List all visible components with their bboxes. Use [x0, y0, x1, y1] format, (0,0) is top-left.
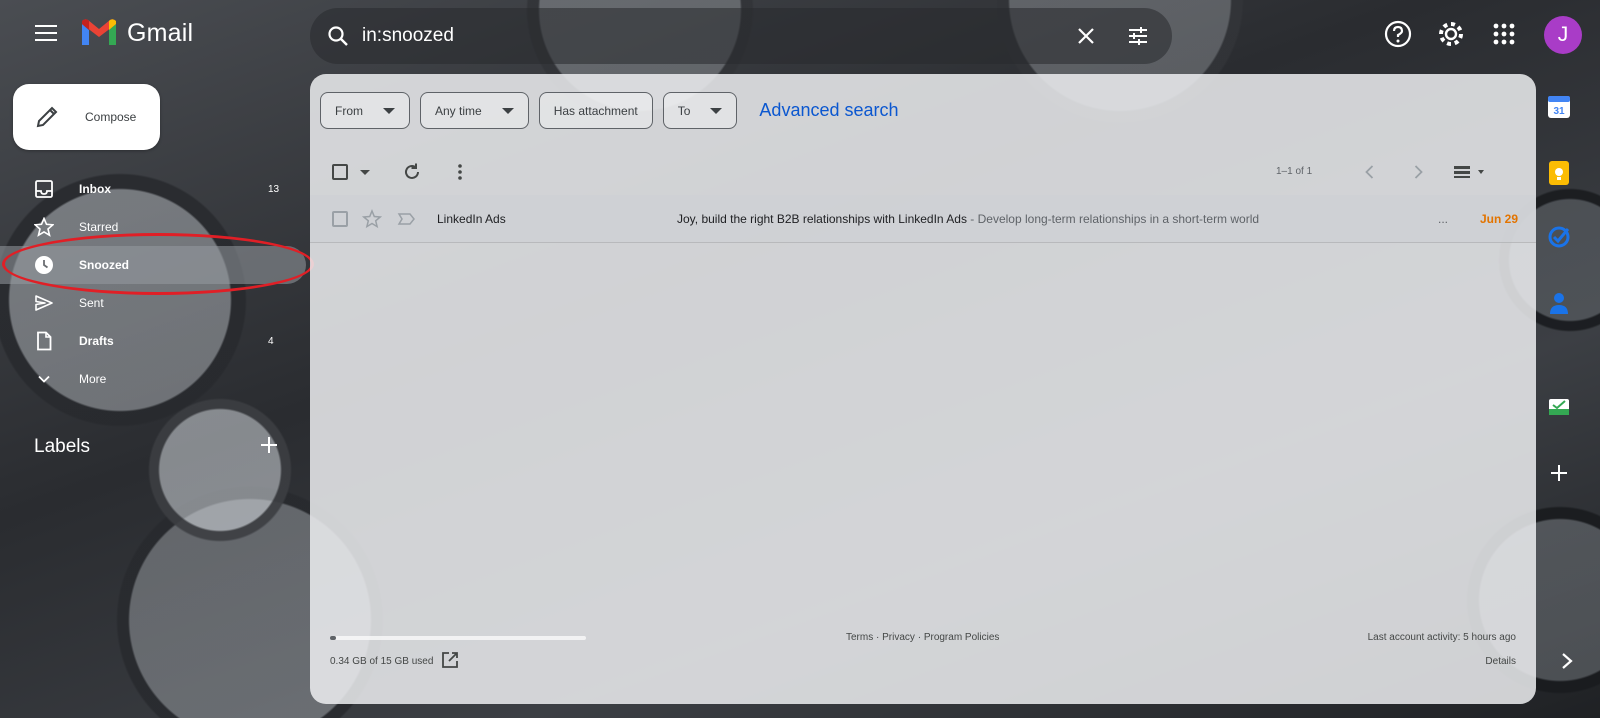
chip-label: Any time	[435, 103, 482, 118]
compose-button[interactable]: Compose	[13, 84, 160, 150]
sidebar-item-snoozed[interactable]: Snoozed	[0, 246, 306, 284]
pencil-icon	[36, 106, 58, 128]
list-toolbar: 1–1 of 1	[310, 154, 1536, 190]
sidebar-item-label: Starred	[79, 220, 119, 234]
unread-count: 13	[268, 183, 280, 195]
footer: 0.34 GB of 15 GB used Terms · Privacy · …	[310, 626, 1536, 704]
top-bar: Gmail J	[0, 0, 1600, 70]
sidebar-item-label: Sent	[79, 296, 104, 310]
email-snippet: - Develop long-term relationships in a s…	[966, 212, 1260, 226]
contacts-icon[interactable]	[1546, 290, 1572, 316]
chevron-right-icon[interactable]	[1408, 162, 1428, 182]
star-icon[interactable]	[362, 209, 382, 229]
avatar[interactable]: J	[1544, 16, 1582, 54]
send-icon	[35, 295, 53, 311]
search-options-icon[interactable]	[1126, 24, 1150, 48]
sidebar-item-label: Inbox	[79, 182, 111, 196]
chevron-left-icon[interactable]	[1360, 162, 1380, 182]
refresh-icon[interactable]	[402, 162, 422, 182]
search-bar[interactable]	[310, 8, 1172, 64]
select-caret-icon[interactable]	[360, 170, 370, 175]
subject-text: Joy, build the right B2B relationships w…	[677, 212, 967, 226]
caret-down-icon	[501, 107, 514, 114]
to-filter-chip[interactable]: To	[662, 92, 738, 129]
more-vert-icon[interactable]	[450, 162, 470, 182]
keep-icon[interactable]	[1546, 160, 1572, 186]
sidebar-nav: Inbox 13 Starred Snoozed Sent Drafts 4 M…	[0, 170, 310, 398]
search-filter-chips: From Any time Has attachment To Advanced…	[320, 92, 899, 129]
plus-icon[interactable]	[1546, 460, 1572, 486]
chevron-down-icon	[38, 375, 50, 383]
svg-text:31: 31	[1553, 106, 1565, 117]
main-panel: From Any time Has attachment To Advanced…	[310, 74, 1536, 704]
sidebar-item-label: Drafts	[79, 334, 114, 348]
sidebar-item-drafts[interactable]: Drafts 4	[0, 322, 310, 360]
any-time-filter-chip[interactable]: Any time	[420, 92, 529, 129]
plus-icon[interactable]	[258, 434, 280, 456]
sidebar-item-inbox[interactable]: Inbox 13	[0, 170, 310, 208]
draft-icon	[37, 331, 52, 351]
advanced-search-link[interactable]: Advanced search	[759, 100, 898, 121]
sidebar-item-sent[interactable]: Sent	[0, 284, 310, 322]
chip-label: From	[335, 103, 363, 118]
drafts-count: 4	[268, 335, 274, 347]
chip-label: Has attachment	[553, 103, 638, 118]
chip-label: To	[677, 103, 691, 118]
open-in-new-icon[interactable]	[440, 650, 460, 670]
email-sender: LinkedIn Ads	[437, 212, 506, 226]
pagination-text: 1–1 of 1	[1276, 166, 1313, 177]
close-icon[interactable]	[1074, 24, 1098, 48]
email-ellipsis: ...	[1438, 212, 1449, 226]
storage-meter	[330, 636, 586, 640]
gear-icon[interactable]	[1435, 18, 1467, 50]
tasks-icon[interactable]	[1546, 224, 1572, 250]
help-icon[interactable]	[1382, 18, 1414, 50]
compose-label: Compose	[85, 110, 137, 124]
gmail-logo[interactable]: Gmail	[80, 18, 193, 48]
sidebar-item-label: Snoozed	[79, 258, 129, 272]
email-subject: Joy, build the right B2B relationships w…	[677, 212, 1259, 226]
privacy-link[interactable]: Privacy	[882, 632, 915, 643]
search-icon[interactable]	[326, 24, 350, 48]
caret-down-icon	[383, 107, 395, 114]
apps-grid-icon[interactable]	[1488, 18, 1520, 50]
email-date: Jun 29	[1480, 212, 1519, 226]
storage-meter-fill	[330, 636, 336, 640]
chevron-right-icon[interactable]	[1560, 652, 1574, 670]
clock-icon	[35, 256, 53, 274]
labels-heading: Labels	[34, 436, 90, 457]
gmail-m-icon	[82, 19, 116, 45]
footer-links: Terms · Privacy · Program Policies	[846, 632, 1000, 643]
select-all-checkbox[interactable]	[332, 164, 348, 180]
sidebar-item-label: More	[79, 372, 107, 386]
search-input[interactable]	[362, 18, 1042, 54]
last-activity-text: Last account activity: 5 hours ago	[1367, 632, 1516, 643]
density-toggle-icon[interactable]	[1452, 162, 1492, 182]
program-policies-link[interactable]: Program Policies	[924, 632, 1000, 643]
calendar-icon[interactable]: 31	[1546, 94, 1572, 120]
importance-marker-icon[interactable]	[396, 209, 416, 229]
terms-link[interactable]: Terms	[846, 632, 873, 643]
from-filter-chip[interactable]: From	[320, 92, 410, 129]
star-icon	[34, 217, 54, 237]
gmail-wordmark: Gmail	[127, 18, 194, 47]
storage-usage-text: 0.34 GB of 15 GB used	[330, 656, 434, 667]
main-menu-button[interactable]	[28, 20, 64, 50]
details-link[interactable]: Details	[1485, 656, 1516, 667]
addon-icon[interactable]	[1546, 394, 1572, 420]
has-attachment-chip[interactable]: Has attachment	[538, 92, 653, 129]
inbox-icon	[35, 180, 53, 198]
sidebar-item-starred[interactable]: Starred	[0, 208, 310, 246]
caret-down-icon	[710, 107, 723, 114]
sidebar-item-more[interactable]: More	[0, 360, 310, 398]
email-row[interactable]: LinkedIn Ads Joy, build the right B2B re…	[310, 195, 1536, 243]
row-checkbox[interactable]	[332, 211, 348, 227]
